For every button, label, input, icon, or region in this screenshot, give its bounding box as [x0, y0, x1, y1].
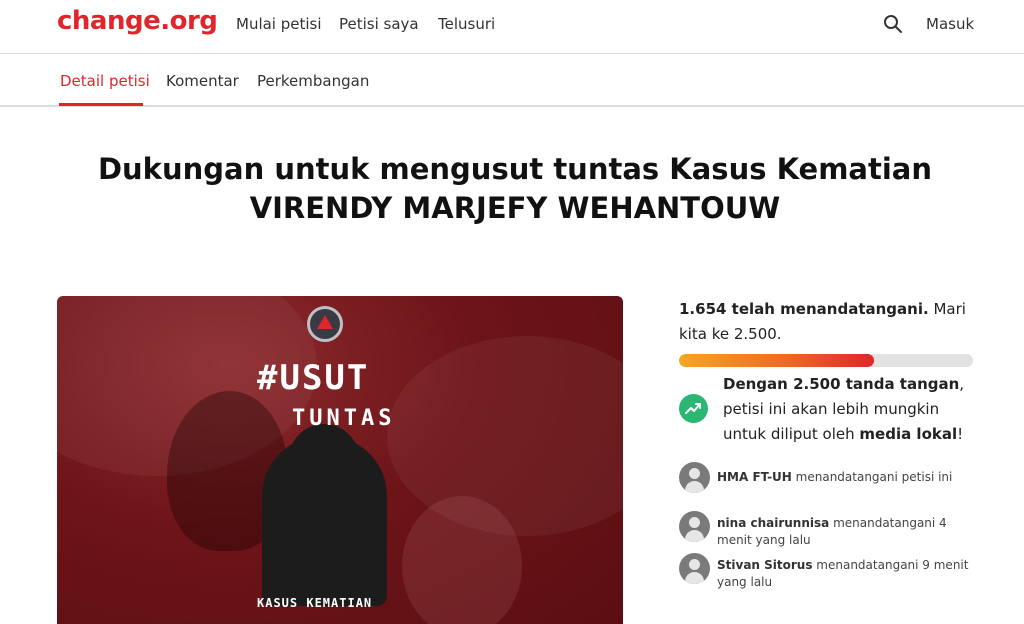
nav-link-my-petitions[interactable]: Petisi saya	[339, 15, 419, 33]
petition-title: Dukungan untuk mengusut tuntas Kasus Kem…	[60, 150, 970, 228]
search-icon[interactable]	[883, 14, 903, 34]
signature-progress-bar	[679, 354, 973, 367]
hashtag-text-line-2: TUNTAS	[292, 406, 396, 431]
default-avatar-icon	[679, 511, 710, 542]
portrait-right	[402, 496, 522, 624]
goal-message: Dengan 2.500 tanda tangan, petisi ini ak…	[723, 372, 983, 447]
hashtag-text: #USUT	[257, 358, 370, 398]
goal-message-end: !	[957, 425, 964, 443]
petition-tabs: Detail petisi Komentar Perkembangan	[0, 55, 1024, 107]
signature-count-number: 1.654 telah menandatangani.	[679, 300, 929, 318]
login-link[interactable]: Masuk	[926, 15, 974, 33]
recent-signer: HMA FT-UH menandatangani petisi ini	[679, 462, 979, 496]
active-tab-indicator	[59, 103, 143, 106]
signer-text: HMA FT-UH menandatangani petisi ini	[717, 469, 977, 486]
petition-title-line-2: VIRENDY MARJEFY WEHANTOUW	[249, 191, 781, 225]
silhouette-head	[289, 424, 359, 494]
signer-name: HMA FT-UH	[717, 470, 792, 484]
petition-image: #USUT TUNTAS KASUS KEMATIAN	[57, 296, 623, 624]
nav-link-start-petition[interactable]: Mulai petisi	[236, 15, 322, 33]
trending-up-icon	[679, 394, 708, 423]
default-avatar-icon	[679, 462, 710, 493]
signer-text: nina chairunnisa menandatangani 4 menit …	[717, 515, 967, 549]
goal-media: media lokal	[859, 425, 958, 443]
goal-highlight: Dengan 2.500 tanda tangan	[723, 375, 960, 393]
default-avatar-icon	[679, 553, 710, 584]
recent-signer: Stivan Sitorus menandatangani 9 menit ya…	[679, 553, 979, 589]
signature-count: 1.654 telah menandatangani. Mari kita ke…	[679, 297, 979, 347]
signer-text: Stivan Sitorus menandatangani 9 menit ya…	[717, 557, 977, 591]
signature-progress-fill	[679, 354, 874, 367]
petition-title-line-1: Dukungan untuk mengusut tuntas Kasus Kem…	[97, 152, 933, 186]
tab-petition-details[interactable]: Detail petisi	[60, 72, 150, 90]
top-navigation: change.org Mulai petisi Petisi saya Telu…	[0, 0, 1024, 54]
image-banner-text: KASUS KEMATIAN	[257, 596, 373, 610]
signer-action: menandatangani petisi ini	[791, 470, 953, 484]
tab-updates[interactable]: Perkembangan	[257, 72, 369, 90]
recent-signer: nina chairunnisa menandatangani 4 menit …	[679, 511, 979, 547]
change-org-logo[interactable]: change.org	[57, 6, 218, 36]
signer-name: nina chairunnisa	[717, 516, 830, 530]
organization-emblem-icon	[307, 306, 343, 342]
tab-comments[interactable]: Komentar	[166, 72, 239, 90]
signer-name: Stivan Sitorus	[717, 558, 813, 572]
nav-link-browse[interactable]: Telusuri	[438, 15, 495, 33]
